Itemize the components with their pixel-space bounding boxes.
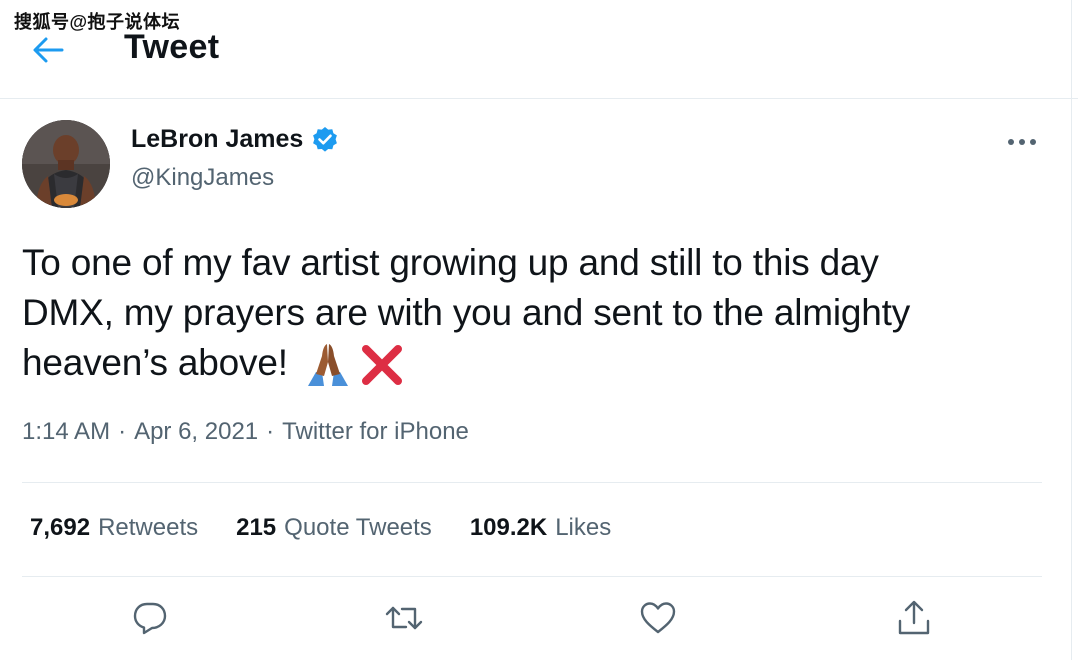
stat-count: 215 [236,514,277,541]
author-name-row[interactable]: LeBron James [131,125,339,154]
folded-hands-emoji [307,344,348,387]
tweet-text-line-last: heaven’s above! [22,338,1042,388]
cross-mark-emoji [361,345,402,386]
stat-label: Quote Tweets [284,514,432,541]
avatar-image [22,120,110,208]
reply-button[interactable] [130,598,170,638]
like-button[interactable] [638,598,678,638]
author-display-name[interactable]: LeBron James [131,125,303,154]
arrow-left-icon [33,37,64,63]
more-dots-icon [1008,139,1036,145]
share-icon [898,600,930,635]
more-options-button[interactable] [1004,130,1040,154]
tweet-source[interactable]: Twitter for iPhone [282,418,469,446]
tweet-text-line: heaven’s above! [22,342,288,383]
stat-label: Likes [555,514,612,541]
tweet-emojis [302,342,404,388]
tweet-actions [0,598,1078,646]
meta-separator: · [118,418,127,445]
avatar[interactable] [22,120,110,208]
tweet-text-line: DMX, my prayers are with you and sent to… [22,292,911,333]
author-handle[interactable]: @KingJames [131,164,274,192]
share-button[interactable] [894,598,934,638]
stat-count: 109.2K [469,514,548,541]
retweet-icon [385,606,423,630]
stat-retweets[interactable]: 7,692 Retweets [30,514,198,542]
stat-label: Retweets [98,514,199,541]
tweet-stats: 7,692 Retweets 215 Quote Tweets 109.2K L… [30,514,611,542]
column-border [1071,0,1072,660]
meta-separator: · [266,418,275,445]
tweet-date[interactable]: Apr 6, 2021 [134,418,258,446]
divider [22,576,1042,577]
stat-count: 7,692 [30,514,91,541]
tweet-meta: 1:14 AM · Apr 6, 2021 · Twitter for iPho… [22,418,469,446]
tweet-text: To one of my fav artist growing up and s… [22,238,1042,388]
like-icon [640,602,676,634]
back-button[interactable] [28,32,68,68]
stat-quote-tweets[interactable]: 215 Quote Tweets [236,514,432,542]
tweet-text-line: To one of my fav artist growing up and s… [22,242,879,283]
verified-badge-icon [311,126,339,154]
stat-likes[interactable]: 109.2K Likes [470,514,611,542]
divider [22,482,1042,483]
tweet-time[interactable]: 1:14 AM [22,418,110,446]
retweet-button[interactable] [384,598,424,638]
reply-icon [133,602,167,635]
watermark: 搜狐号@抱子说体坛 [14,12,181,32]
